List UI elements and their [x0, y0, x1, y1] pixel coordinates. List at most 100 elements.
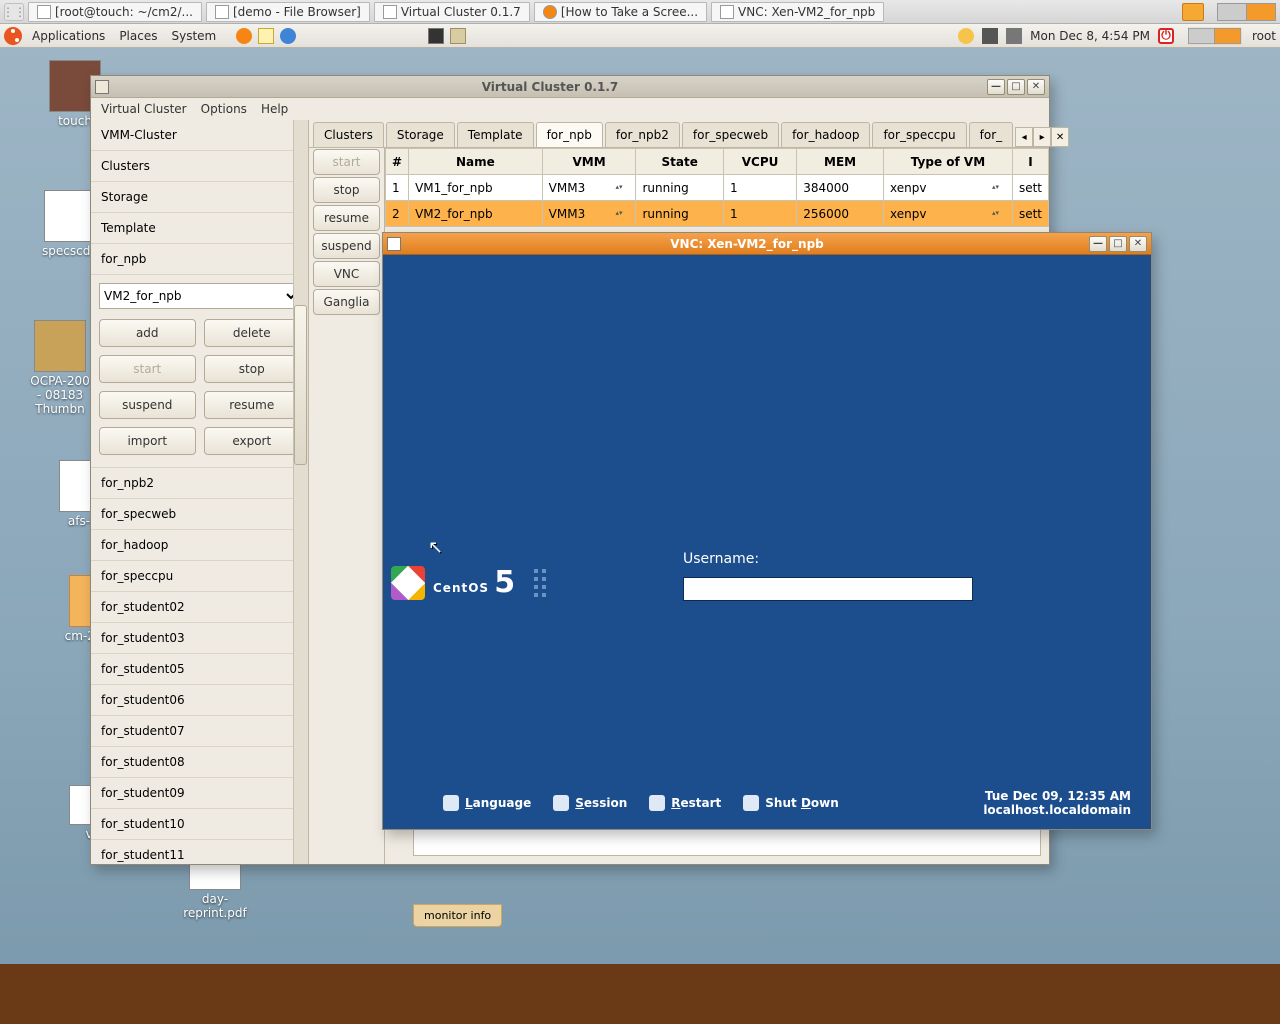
col-type[interactable]: Type of VM [883, 149, 1012, 175]
foot-shutdown[interactable]: Shut Down [743, 795, 839, 811]
username-input[interactable] [683, 577, 973, 601]
sidebar-scrollbar[interactable] [293, 120, 308, 864]
sidebar-item[interactable]: for_student10 [91, 809, 308, 840]
delete-button[interactable]: delete [204, 319, 301, 347]
add-button[interactable]: add [99, 319, 196, 347]
sidebar-item[interactable]: Storage [91, 182, 308, 213]
sidebar-item[interactable]: for_student03 [91, 623, 308, 654]
monitor-info-tab[interactable]: monitor info [413, 904, 502, 927]
col-mem[interactable]: MEM [797, 149, 884, 175]
resume-button[interactable]: resume [204, 391, 301, 419]
sidebar-item[interactable]: VMM-Cluster [91, 120, 308, 151]
vm-select[interactable]: VM2_for_npb [99, 283, 300, 309]
network-icon[interactable] [982, 28, 998, 44]
menu-virtualcluster[interactable]: Virtual Cluster [101, 102, 187, 116]
spin-icon[interactable]: ▴▾ [615, 210, 629, 217]
desktop-icon[interactable]: OCPA-200 - 08183 Thumbn [25, 320, 95, 416]
act-vnc[interactable]: VNC [313, 261, 380, 287]
tab-close[interactable]: ✕ [1051, 127, 1069, 147]
sidebar-item[interactable]: for_student05 [91, 654, 308, 685]
user-menu[interactable]: root [1252, 29, 1276, 43]
table-row-selected[interactable]: 2 VM2_for_npb VMM3▴▾ running 1 256000 xe… [386, 201, 1049, 227]
spin-icon[interactable]: ▴▾ [992, 184, 1006, 191]
menu-applications[interactable]: Applications [28, 29, 109, 43]
menu-help[interactable]: Help [261, 102, 288, 116]
sidebar-item[interactable]: for_speccpu [91, 561, 308, 592]
sidebar-item[interactable]: for_student06 [91, 685, 308, 716]
sidebar-item[interactable]: for_student09 [91, 778, 308, 809]
workspace-pager[interactable] [1218, 3, 1276, 21]
col-extra[interactable]: I [1012, 149, 1048, 175]
sidebar-item[interactable]: for_student02 [91, 592, 308, 623]
sidebar-item[interactable]: Clusters [91, 151, 308, 182]
task-terminal[interactable]: [root@touch: ~/cm2/... [28, 2, 202, 22]
tab-for-npb2[interactable]: for_npb2 [605, 122, 680, 147]
spin-icon[interactable]: ▴▾ [992, 210, 1006, 217]
titlebar[interactable]: Virtual Cluster 0.1.7 — □ ✕ [91, 76, 1049, 98]
spin-icon[interactable]: ▴▾ [615, 184, 629, 191]
menu-options[interactable]: Options [201, 102, 247, 116]
titlebar[interactable]: VNC: Xen-VM2_for_npb — □ ✕ [383, 233, 1151, 255]
evolution-launcher-icon[interactable] [258, 28, 274, 44]
help-launcher-icon[interactable] [280, 28, 296, 44]
col-vcpu[interactable]: VCPU [723, 149, 796, 175]
foot-session[interactable]: Session [553, 795, 627, 811]
tab-template[interactable]: Template [457, 122, 534, 147]
terminal-launcher-icon[interactable] [428, 28, 444, 44]
task-filebrowser[interactable]: [demo - File Browser] [206, 2, 370, 22]
shutdown-icon[interactable]: ⏻ [1158, 28, 1174, 44]
sidebar-item[interactable]: for_hadoop [91, 530, 308, 561]
maximize-button[interactable]: □ [1109, 236, 1127, 252]
tab-for-hadoop[interactable]: for_hadoop [781, 122, 870, 147]
col-name[interactable]: Name [409, 149, 543, 175]
act-ganglia[interactable]: Ganglia [313, 289, 380, 315]
bottom-panel[interactable] [0, 964, 1280, 1024]
tab-scroll-right[interactable]: ▸ [1033, 127, 1051, 147]
keyring-icon[interactable] [958, 28, 974, 44]
tab-clusters[interactable]: Clusters [313, 122, 384, 147]
ubuntu-logo-icon[interactable] [4, 27, 22, 45]
tab-storage[interactable]: Storage [386, 122, 455, 147]
minimize-button[interactable]: — [1089, 236, 1107, 252]
act-suspend[interactable]: suspend [313, 233, 380, 259]
task-firefox[interactable]: [How to Take a Scree... [534, 2, 707, 22]
stop-button[interactable]: stop [204, 355, 301, 383]
sidebar-item[interactable]: for_student08 [91, 747, 308, 778]
tab-overflow[interactable]: for_ [969, 122, 1014, 147]
workspace-switcher[interactable] [1189, 27, 1241, 43]
tab-scroll-left[interactable]: ◂ [1015, 127, 1033, 147]
act-stop[interactable]: stop [313, 177, 380, 203]
import-button[interactable]: import [99, 427, 196, 455]
tab-for-specweb[interactable]: for_specweb [682, 122, 779, 147]
sidebar-scroll-thumb[interactable] [294, 305, 307, 465]
act-resume[interactable]: resume [313, 205, 380, 231]
tab-for-speccpu[interactable]: for_speccpu [872, 122, 966, 147]
suspend-button[interactable]: suspend [99, 391, 196, 419]
sidebar-item[interactable]: for_student07 [91, 716, 308, 747]
volume-icon[interactable] [1006, 28, 1022, 44]
col-num[interactable]: # [386, 149, 409, 175]
close-button[interactable]: ✕ [1027, 79, 1045, 95]
sidebar-item[interactable]: for_student11 [91, 840, 308, 864]
firefox-launcher-icon[interactable] [236, 28, 252, 44]
taskbar-handle[interactable]: ⋮⋮ [4, 3, 24, 21]
trash-icon[interactable] [1182, 3, 1204, 21]
vnc-viewport[interactable]: CentOS 5 Username: ↖ Language Session Re… [383, 255, 1151, 829]
sidebar-item[interactable]: for_npb2 [91, 468, 308, 499]
foot-restart[interactable]: Restart [649, 795, 721, 811]
table-row[interactable]: 1 VM1_for_npb VMM3▴▾ running 1 384000 xe… [386, 175, 1049, 201]
foot-language[interactable]: Language [443, 795, 531, 811]
sidebar-item[interactable]: for_specweb [91, 499, 308, 530]
col-vmm[interactable]: VMM [542, 149, 636, 175]
menu-places[interactable]: Places [115, 29, 161, 43]
app-launcher-icon[interactable] [450, 28, 466, 44]
export-button[interactable]: export [204, 427, 301, 455]
task-vnc[interactable]: VNC: Xen-VM2_for_npb [711, 2, 884, 22]
sidebar-item[interactable]: Template [91, 213, 308, 244]
task-virtualcluster[interactable]: Virtual Cluster 0.1.7 [374, 2, 530, 22]
minimize-button[interactable]: — [987, 79, 1005, 95]
close-button[interactable]: ✕ [1129, 236, 1147, 252]
menu-system[interactable]: System [167, 29, 220, 43]
col-state[interactable]: State [636, 149, 724, 175]
tab-for-npb[interactable]: for_npb [536, 122, 603, 147]
